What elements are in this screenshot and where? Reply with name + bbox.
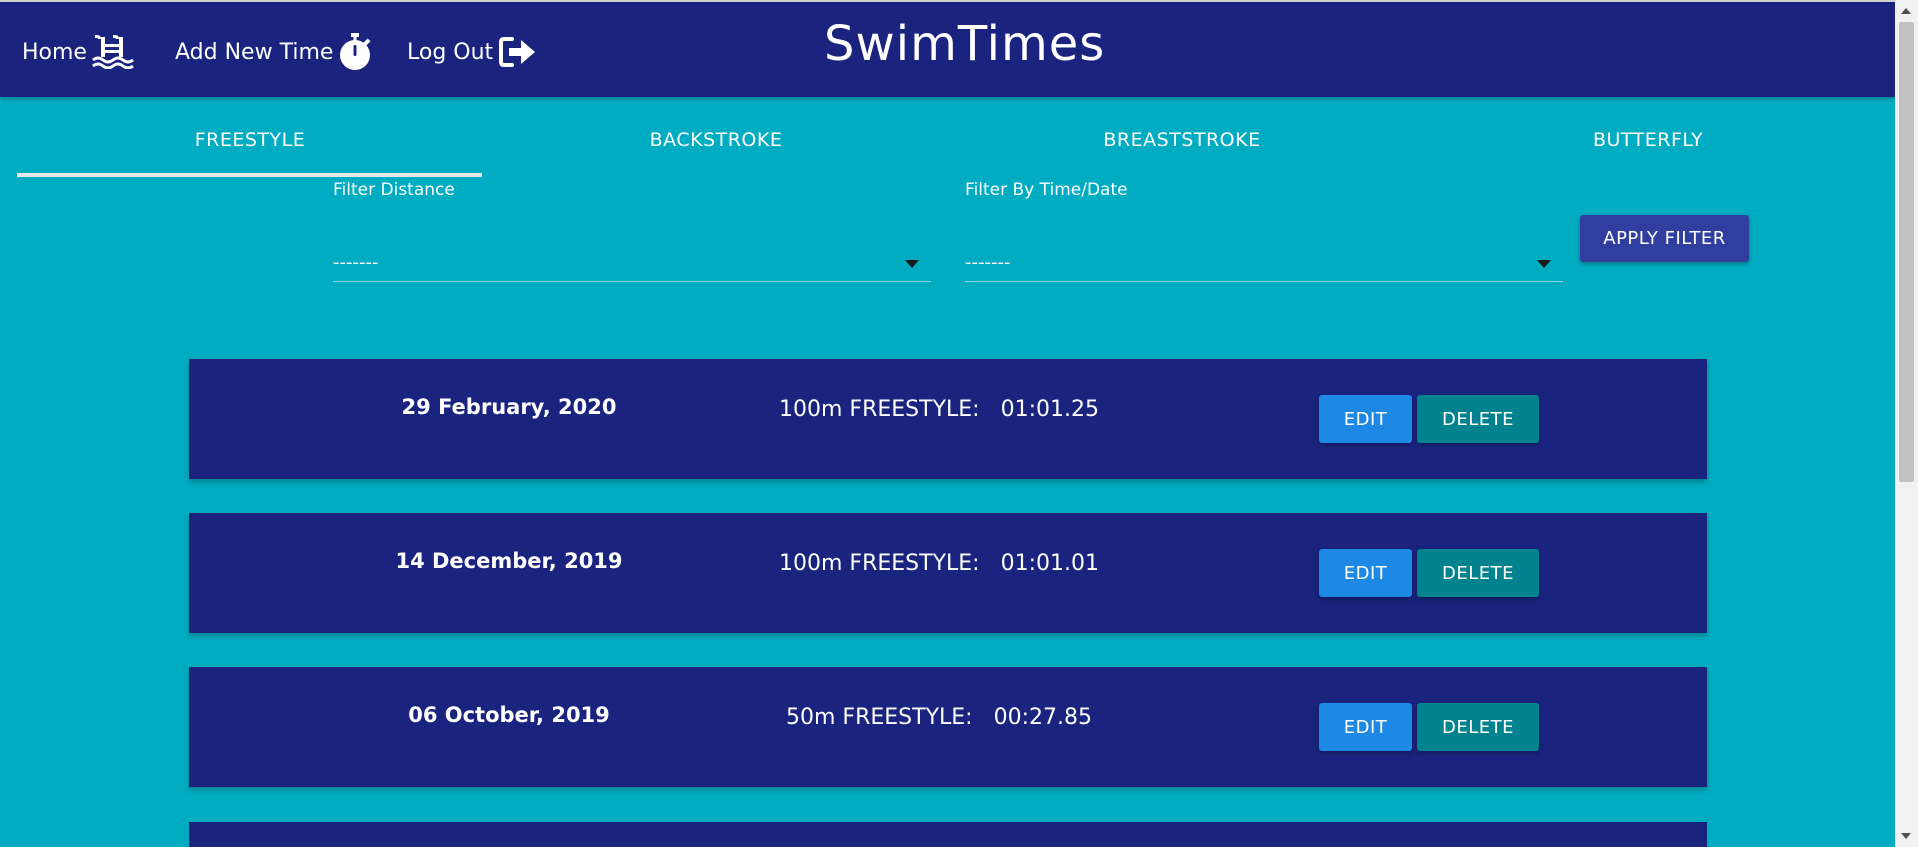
result-event: 100m FREESTYLE: 01:01.01 <box>739 551 1139 576</box>
result-time: 01:01.01 <box>1000 551 1099 576</box>
result-time: 00:27.85 <box>993 705 1092 730</box>
result-time: 01:01.25 <box>1000 397 1099 422</box>
edit-button[interactable]: EDIT <box>1319 549 1412 597</box>
stopwatch-icon <box>338 33 372 71</box>
filter-distance-value: ------- <box>333 252 379 273</box>
delete-button[interactable]: DELETE <box>1417 703 1539 751</box>
delete-button[interactable]: DELETE <box>1417 395 1539 443</box>
nav-home-label: Home <box>22 39 87 65</box>
nav-add-time-label: Add New Time <box>175 39 334 65</box>
edit-button[interactable]: EDIT <box>1319 703 1412 751</box>
filter-distance-select[interactable]: ------- <box>333 234 931 282</box>
apply-filter-button[interactable]: APPLY FILTER <box>1580 215 1749 262</box>
nav-logout-link[interactable]: Log Out <box>407 30 538 74</box>
filter-distance-label: Filter Distance <box>333 180 455 200</box>
active-tab-indicator <box>17 173 482 177</box>
stroke-tabs: FREESTYLE BACKSTROKE BREASTSTROKE BUTTER… <box>17 97 1895 179</box>
sign-out-icon <box>498 36 538 68</box>
tab-backstroke[interactable]: BACKSTROKE <box>483 97 949 179</box>
app-brand-title[interactable]: SwimTimes <box>824 16 1105 72</box>
result-event-name: 50m FREESTYLE: <box>786 705 973 730</box>
result-date: 06 October, 2019 <box>408 703 610 727</box>
scrollbar-thumb[interactable] <box>1899 22 1914 482</box>
tab-butterfly[interactable]: BUTTERFLY <box>1415 97 1881 179</box>
result-card: 06 October, 2019 50m FREESTYLE: 00:27.85… <box>189 667 1707 787</box>
caret-down-icon <box>1537 260 1551 268</box>
caret-down-icon <box>905 260 919 268</box>
result-event: 100m FREESTYLE: 01:01.25 <box>739 397 1139 422</box>
result-event-name: 100m FREESTYLE: <box>779 397 980 422</box>
result-event-name: 100m FREESTYLE: <box>779 551 980 576</box>
filter-time-label: Filter By Time/Date <box>965 180 1128 200</box>
swimming-pool-icon <box>92 35 136 69</box>
nav-home-link[interactable]: Home <box>22 30 136 74</box>
delete-button[interactable]: DELETE <box>1417 549 1539 597</box>
filter-time-select[interactable]: ------- <box>965 234 1563 282</box>
result-event: 50m FREESTYLE: 00:27.85 <box>739 705 1139 730</box>
nav-logout-label: Log Out <box>407 39 494 65</box>
tab-freestyle[interactable]: FREESTYLE <box>17 97 483 179</box>
result-card: 14 December, 2019 100m FREESTYLE: 01:01.… <box>189 513 1707 633</box>
nav-add-time-link[interactable]: Add New Time <box>175 30 372 74</box>
scroll-down-arrow-icon[interactable] <box>1901 833 1911 839</box>
scroll-up-arrow-icon[interactable] <box>1901 8 1911 14</box>
tab-breaststroke[interactable]: BREASTSTROKE <box>949 97 1415 179</box>
top-navbar: Home Add New Time Log Out SwimTimes <box>0 0 1895 97</box>
result-date: 29 February, 2020 <box>401 395 617 419</box>
page-scrollbar[interactable] <box>1895 0 1918 847</box>
result-card-partial <box>189 822 1707 847</box>
filter-time-value: ------- <box>965 252 1011 273</box>
result-date: 14 December, 2019 <box>395 549 623 573</box>
result-card: 29 February, 2020 100m FREESTYLE: 01:01.… <box>189 359 1707 479</box>
edit-button[interactable]: EDIT <box>1319 395 1412 443</box>
